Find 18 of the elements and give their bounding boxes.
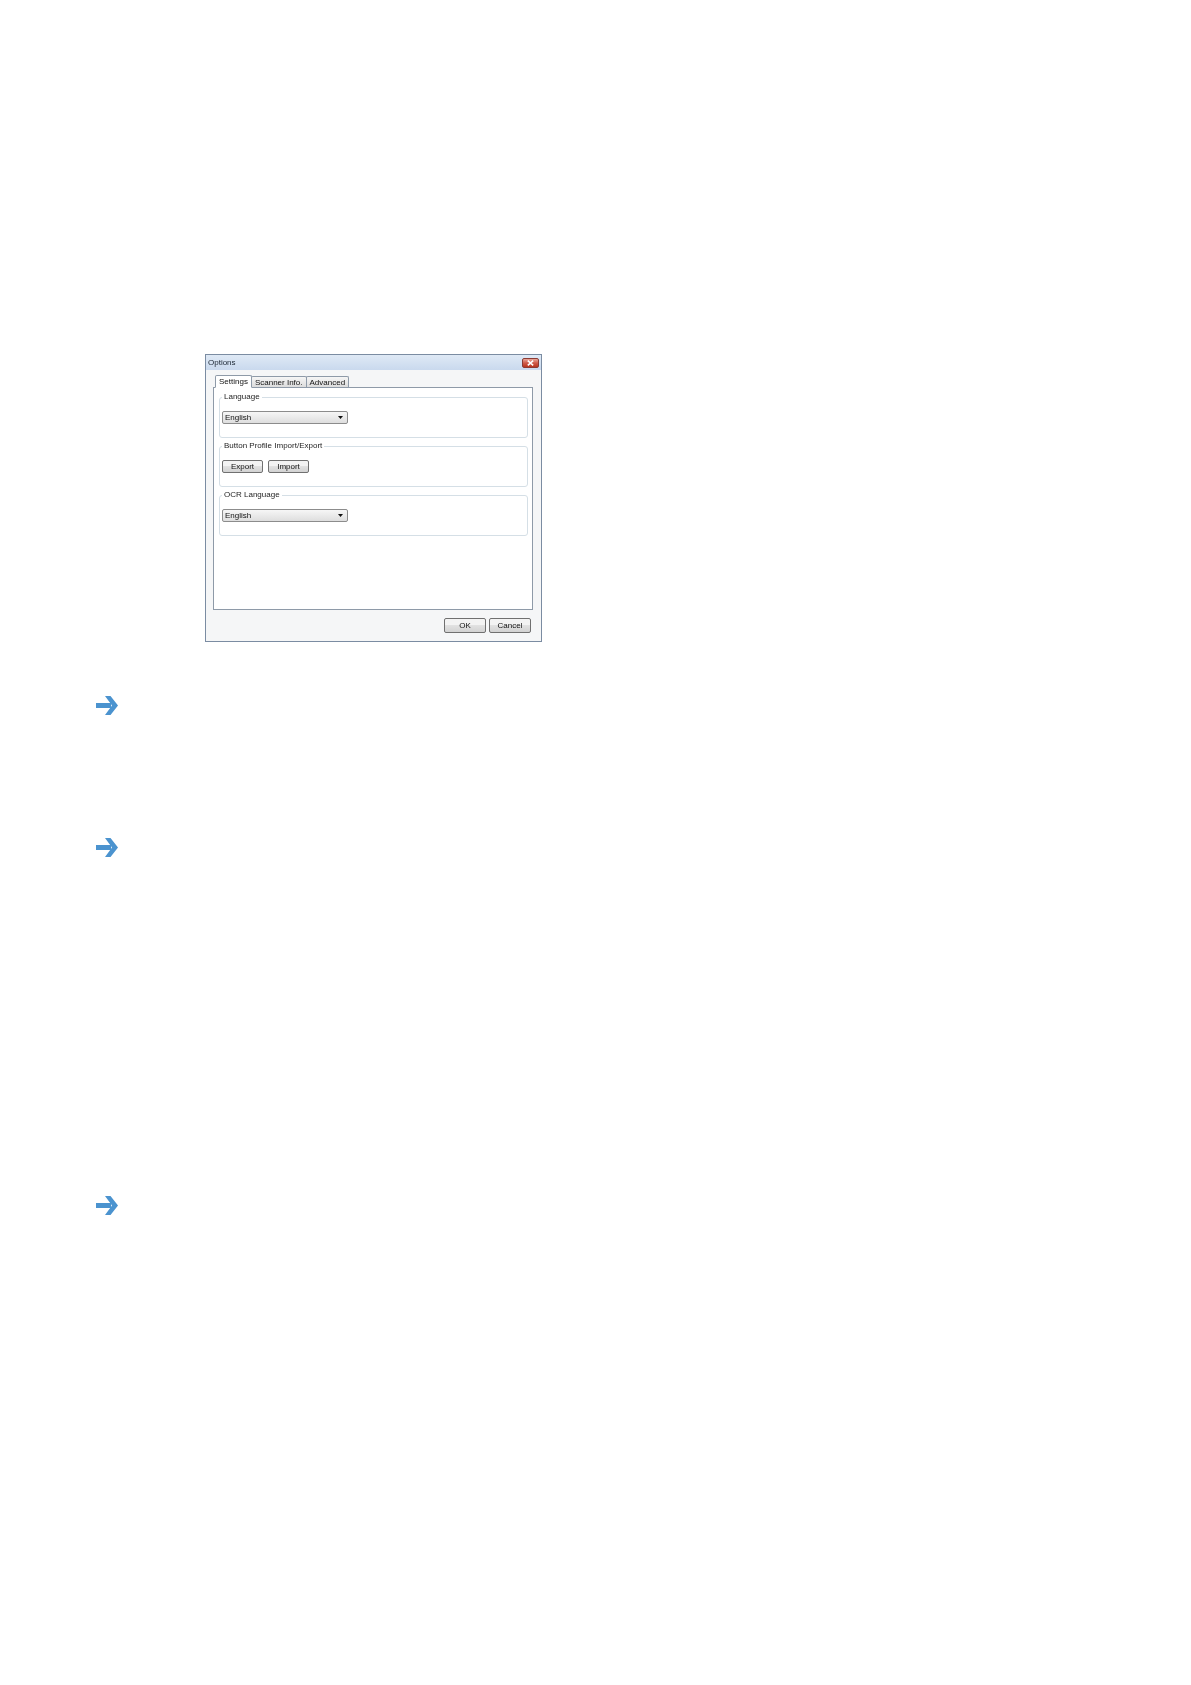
arrow-icon [96, 838, 118, 857]
language-dropdown[interactable]: English [222, 509, 348, 522]
caret-icon [338, 416, 343, 419]
cancel-button[interactable]: Cancel [489, 618, 531, 633]
group-label: Button Profile Import/Export [223, 441, 324, 451]
arrow-icon [96, 1196, 118, 1215]
ok-button[interactable]: OK [444, 618, 486, 633]
language-dropdown[interactable]: English [222, 411, 348, 424]
import-button[interactable]: Import [268, 460, 309, 473]
window-title: Options [208, 357, 236, 368]
tab[interactable]: Settings [215, 375, 252, 388]
arrow-icon [96, 696, 118, 715]
export-button[interactable]: Export [222, 460, 263, 473]
close-button[interactable] [522, 357, 539, 368]
group-label: Language [223, 392, 261, 402]
caret-icon [338, 514, 343, 517]
close-icon [527, 359, 534, 366]
group-label: OCR Language [223, 490, 281, 500]
